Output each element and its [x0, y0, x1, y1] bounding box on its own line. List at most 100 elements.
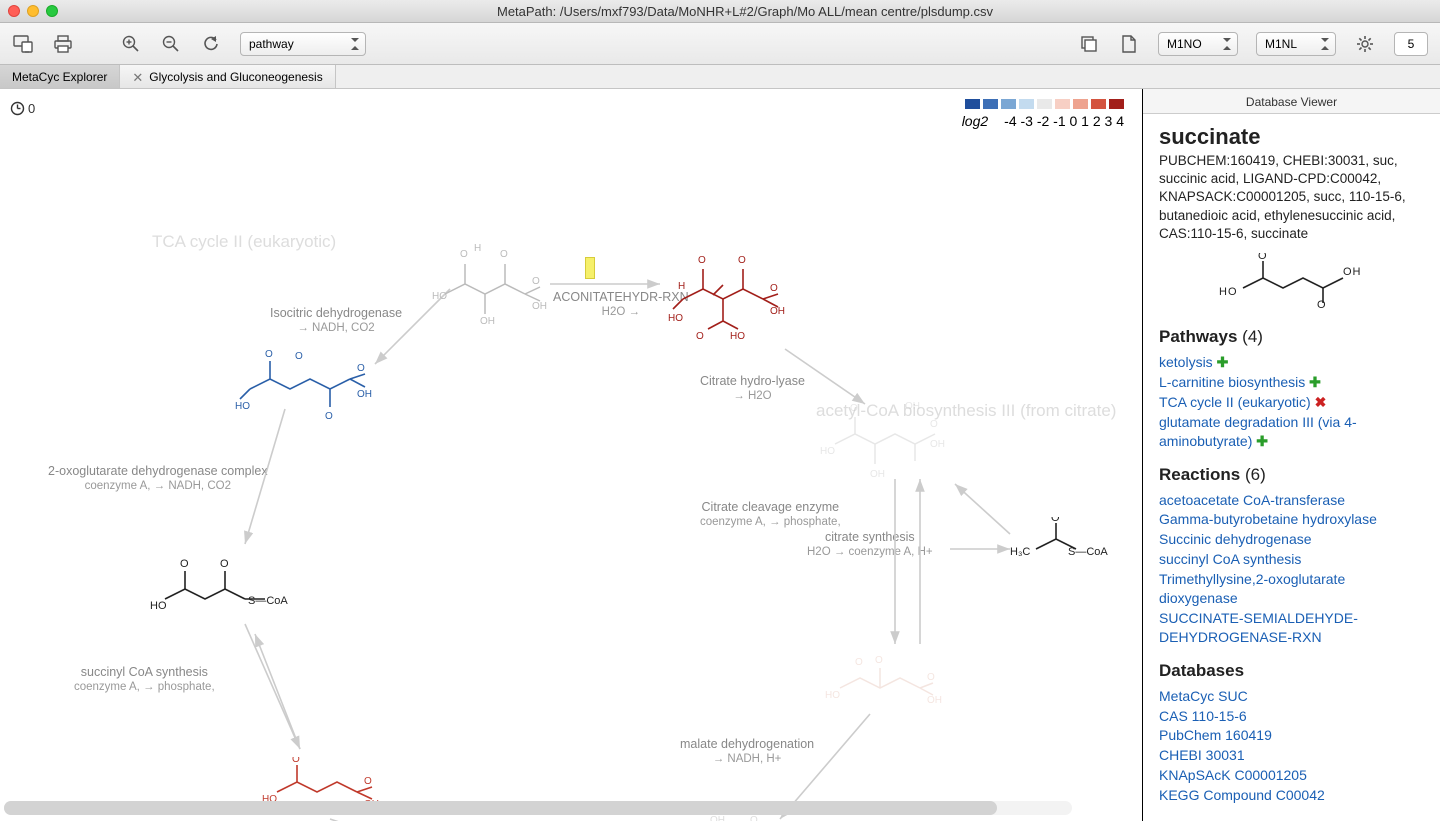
- device-icon[interactable]: [12, 33, 34, 55]
- svg-text:OH: OH: [710, 815, 725, 821]
- graph-arrows: [0, 89, 1142, 821]
- database-link[interactable]: KNApSAcK C00001205: [1159, 766, 1426, 785]
- svg-text:OH: OH: [870, 469, 885, 479]
- svg-text:O: O: [532, 276, 540, 287]
- svg-text:O: O: [850, 403, 858, 414]
- reaction-link[interactable]: Trimethyllysine,2-oxoglutarate dioxygena…: [1159, 570, 1426, 608]
- reaction-link[interactable]: acetoacetate CoA-transferase: [1159, 491, 1426, 510]
- sample-b-value: M1NL: [1265, 37, 1297, 51]
- window-controls: [8, 5, 58, 17]
- svg-text:O: O: [500, 249, 508, 260]
- svg-text:H: H: [474, 243, 481, 254]
- svg-text:OH: OH: [480, 316, 495, 327]
- reactions-heading: Reactions (6): [1159, 465, 1426, 485]
- pathway-link[interactable]: L-carnitine biosynthesis ✚: [1159, 373, 1426, 392]
- settings-gear-icon[interactable]: [1354, 33, 1376, 55]
- mode-select-value: pathway: [249, 37, 294, 51]
- reaction-link[interactable]: Gamma-butyrobetaine hydroxylase: [1159, 510, 1426, 529]
- molecule-citrate-faint[interactable]: HOOHOOOHOH: [820, 399, 960, 482]
- compound-aliases: PUBCHEM:160419, CHEBI:30031, suc, succin…: [1159, 152, 1426, 243]
- svg-text:O: O: [770, 283, 778, 294]
- document-icon[interactable]: [1118, 33, 1140, 55]
- horizontal-scrollbar[interactable]: [4, 801, 1072, 815]
- pathway-link[interactable]: glutamate degradation III (via 4-aminobu…: [1159, 413, 1426, 451]
- tab-close-icon[interactable]: ✕: [132, 71, 143, 84]
- minimize-window-button[interactable]: [27, 5, 39, 17]
- compound-title: succinate: [1159, 124, 1426, 150]
- svg-text:O: O: [295, 351, 303, 362]
- database-link[interactable]: MetaCyc SUC: [1159, 687, 1426, 706]
- svg-text:OH: OH: [930, 439, 945, 450]
- tab-glycolysis[interactable]: ✕ Glycolysis and Gluconeogenesis: [120, 65, 335, 88]
- svg-text:O: O: [1317, 299, 1327, 308]
- molecule-succinyl-coa[interactable]: HOOOS—CoA: [150, 559, 310, 632]
- svg-text:O: O: [1051, 517, 1060, 524]
- database-link[interactable]: CAS 110-15-6: [1159, 707, 1426, 726]
- tab-label: MetaCyc Explorer: [12, 70, 107, 84]
- compound-structure: HO O O OH: [1159, 253, 1426, 313]
- svg-text:S—CoA: S—CoA: [248, 595, 288, 607]
- svg-text:HO: HO: [1219, 286, 1238, 298]
- molecule-isocitrate[interactable]: HO O OH O O OH H: [430, 239, 550, 332]
- reaction-link[interactable]: SUCCINATE-SEMIALDEHYDE-DEHYDROGENASE-RXN: [1159, 609, 1426, 647]
- svg-text:HO: HO: [730, 331, 745, 342]
- svg-text:HO: HO: [825, 690, 840, 701]
- svg-text:O: O: [930, 419, 938, 430]
- database-link[interactable]: PubChem 160419: [1159, 726, 1426, 745]
- molecule-oxaloacetate-faint[interactable]: HOOOOOH: [825, 653, 955, 711]
- svg-text:O: O: [738, 255, 746, 266]
- refresh-icon[interactable]: [200, 33, 222, 55]
- svg-text:OH: OH: [927, 695, 942, 706]
- close-window-button[interactable]: [8, 5, 20, 17]
- print-icon[interactable]: [52, 33, 74, 55]
- zoom-in-icon[interactable]: [120, 33, 142, 55]
- side-panel-header: Database Viewer: [1143, 89, 1440, 114]
- database-link[interactable]: CHEBI 30031: [1159, 746, 1426, 765]
- svg-text:O: O: [265, 349, 273, 360]
- tab-metacyc-explorer[interactable]: MetaCyc Explorer: [0, 65, 120, 88]
- svg-text:O: O: [364, 776, 372, 787]
- database-link[interactable]: KEGG Compound C00042: [1159, 786, 1426, 805]
- svg-text:H₃C: H₃C: [1010, 546, 1030, 558]
- svg-text:HO: HO: [432, 291, 447, 302]
- pathway-graph-pane[interactable]: 0 log2-4 -3 -2 -1 0 1 2 3 4 TCA cycle II…: [0, 89, 1142, 821]
- svg-text:O: O: [460, 249, 468, 260]
- sample-b-select[interactable]: M1NL: [1256, 32, 1336, 56]
- svg-text:O: O: [855, 657, 863, 668]
- tab-strip: MetaCyc Explorer ✕ Glycolysis and Glucon…: [0, 65, 1440, 89]
- svg-text:O: O: [696, 331, 704, 342]
- highlight-marker: [585, 257, 595, 279]
- pathway-link[interactable]: TCA cycle II (eukaryotic) ✖: [1159, 393, 1426, 412]
- molecule-aconitate[interactable]: HOOOOOHOHOH: [668, 249, 788, 347]
- svg-text:O: O: [292, 757, 300, 765]
- scrollbar-thumb[interactable]: [4, 801, 997, 815]
- svg-text:HO: HO: [668, 313, 683, 324]
- reaction-link[interactable]: succinyl CoA synthesis: [1159, 550, 1426, 569]
- reaction-link[interactable]: Succinic dehydrogenase: [1159, 530, 1426, 549]
- svg-text:O: O: [357, 363, 365, 374]
- svg-text:O: O: [750, 815, 758, 821]
- svg-text:OH: OH: [770, 306, 785, 317]
- svg-text:HO: HO: [150, 600, 167, 612]
- pathway-link[interactable]: ketolysis ✚: [1159, 353, 1426, 372]
- molecule-acetyl-coa[interactable]: H₃C O S—CoA: [1008, 517, 1128, 570]
- svg-text:OH: OH: [532, 301, 547, 312]
- svg-text:OH: OH: [357, 389, 372, 400]
- svg-text:H: H: [678, 281, 685, 292]
- svg-text:OH: OH: [1343, 266, 1362, 278]
- mode-select[interactable]: pathway: [240, 32, 366, 56]
- svg-text:O: O: [1258, 253, 1268, 262]
- zoom-out-icon[interactable]: [160, 33, 182, 55]
- window-title: MetaPath: /Users/mxf793/Data/MoNHR+L#2/G…: [58, 4, 1432, 19]
- main-toolbar: pathway M1NO M1NL: [0, 23, 1440, 65]
- cluster-count-input[interactable]: [1394, 32, 1428, 56]
- svg-text:S—CoA: S—CoA: [1068, 546, 1108, 558]
- sample-a-select[interactable]: M1NO: [1158, 32, 1238, 56]
- svg-text:O: O: [180, 559, 189, 570]
- molecule-oxoglutarate[interactable]: HOOOOOHO: [235, 349, 375, 427]
- sample-a-value: M1NO: [1167, 37, 1202, 51]
- svg-text:HO: HO: [235, 401, 250, 412]
- copy-icon[interactable]: [1078, 33, 1100, 55]
- zoom-window-button[interactable]: [46, 5, 58, 17]
- svg-text:O: O: [927, 672, 935, 683]
